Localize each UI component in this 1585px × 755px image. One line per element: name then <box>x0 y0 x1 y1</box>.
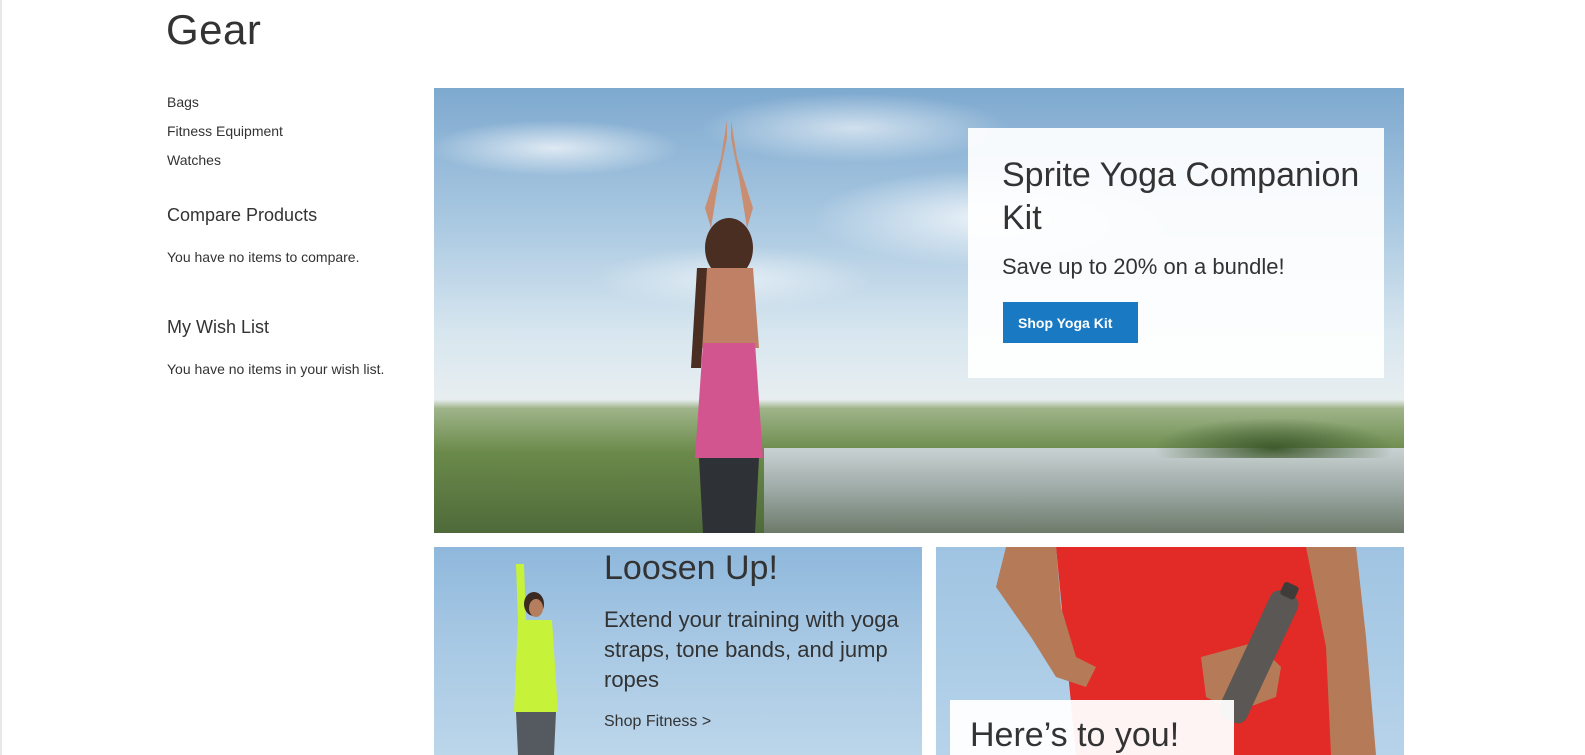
wishlist-title: My Wish List <box>167 317 270 337</box>
hero-yoga-woman-image <box>691 120 763 533</box>
hero-treeline <box>1114 408 1404 458</box>
wishlist-empty-message: You have no items in your wish list. <box>167 361 385 377</box>
compare-products-title: Compare Products <box>167 205 318 225</box>
loosen-up-description: Extend your training with yoga straps, t… <box>604 607 899 692</box>
page-title: Gear <box>166 6 262 53</box>
stretching-woman-image <box>514 564 558 755</box>
hero-promo-box: Sprite Yoga Companion Kit Save up to 20%… <box>968 128 1384 378</box>
heres-to-you-box: Here’s to you! <box>950 700 1234 755</box>
hero-subtitle: Save up to 20% on a bundle! <box>1002 254 1285 279</box>
loosen-up-title: Loosen Up! <box>604 549 778 587</box>
category-link-fitness-equipment[interactable]: Fitness Equipment <box>167 117 417 146</box>
hero-title: Sprite Yoga Companion Kit <box>1002 156 1360 237</box>
shop-yoga-kit-button[interactable]: Shop Yoga Kit <box>1003 302 1138 343</box>
heres-to-you-title: Here’s to you! <box>970 716 1180 754</box>
category-list: Bags Fitness Equipment Watches <box>167 88 417 175</box>
heres-to-you-tile[interactable]: Here’s to you! <box>936 547 1404 755</box>
category-link-watches[interactable]: Watches <box>167 146 417 175</box>
loosen-up-tile[interactable]: Loosen Up! Extend your training with yog… <box>434 547 922 755</box>
compare-empty-message: You have no items to compare. <box>167 249 360 265</box>
hero-lake <box>764 448 1404 533</box>
hero-banner[interactable]: Sprite Yoga Companion Kit Save up to 20%… <box>434 88 1404 533</box>
sidebar: Bags Fitness Equipment Watches Compare P… <box>167 88 417 377</box>
category-link-bags[interactable]: Bags <box>167 88 417 117</box>
shop-fitness-link[interactable]: Shop Fitness > <box>604 713 711 731</box>
page-left-border <box>0 0 2 755</box>
